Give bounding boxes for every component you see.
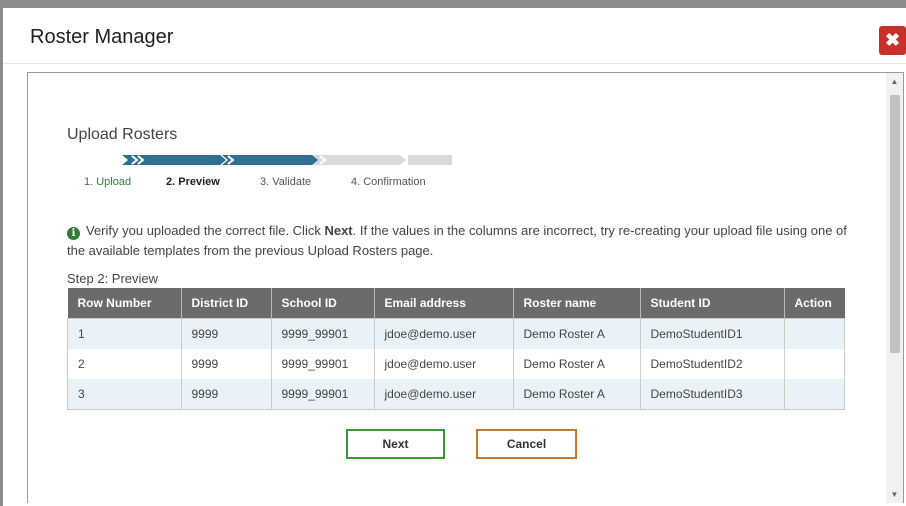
table-row: 2 9999 9999_99901 jdoe@demo.user Demo Ro… [67, 349, 845, 379]
progress-arrow-glyphs-2 [227, 155, 235, 165]
preview-table: Row Number District ID School ID Email a… [67, 288, 845, 410]
column-header-school-id: School ID [271, 288, 375, 319]
info-text-bold: Next [324, 223, 353, 238]
cell-action [784, 349, 845, 379]
progress-arrow-glyphs [131, 155, 145, 165]
scrollbar-thumb[interactable] [890, 95, 900, 353]
cell-student-id: DemoStudentID2 [640, 349, 785, 379]
vertical-scrollbar[interactable]: ▲ ▼ [886, 73, 903, 503]
cell-roster-name: Demo Roster A [513, 349, 641, 379]
cell-student-id: DemoStudentID3 [640, 379, 785, 410]
cell-district-id: 9999 [181, 379, 272, 410]
step-label-validate: 3. Validate [260, 176, 312, 188]
cell-district-id: 9999 [181, 318, 272, 349]
close-button[interactable]: ✖ [879, 26, 906, 55]
cell-row-number: 2 [67, 349, 182, 379]
cell-school-id: 9999_99901 [271, 318, 375, 349]
cell-action [784, 379, 845, 410]
scroll-up-arrow-icon[interactable]: ▲ [886, 73, 903, 90]
progress-step-confirmation [408, 155, 452, 165]
section-title: Upload Rosters [67, 126, 178, 143]
info-icon: i [67, 227, 80, 240]
cell-action [784, 318, 845, 349]
close-icon: ✖ [884, 30, 901, 50]
cell-roster-name: Demo Roster A [513, 379, 641, 410]
step-heading: Step 2: Preview [67, 271, 159, 286]
column-header-email-address: Email address [374, 288, 514, 319]
table-row: 1 9999 9999_99901 jdoe@demo.user Demo Ro… [67, 318, 845, 349]
step-label-preview: 2. Preview [166, 176, 220, 188]
step-label-upload: 1. Upload [84, 176, 132, 188]
window-top-border [0, 0, 906, 8]
cell-email-address: jdoe@demo.user [374, 349, 514, 379]
cancel-button[interactable]: Cancel [476, 429, 577, 459]
cell-row-number: 1 [67, 318, 182, 349]
table-row: 3 9999 9999_99901 jdoe@demo.user Demo Ro… [67, 379, 845, 410]
dialog-title: Roster Manager [30, 26, 174, 48]
column-header-action: Action [784, 288, 845, 319]
roster-manager-dialog: Roster Manager ✖ Upload Rosters 1. Uploa… [3, 8, 906, 506]
cell-roster-name: Demo Roster A [513, 318, 641, 349]
cell-row-number: 3 [67, 379, 182, 410]
info-text-before: Verify you uploaded the correct file. Cl… [86, 223, 325, 238]
step-label-confirmation: 4. Confirmation [351, 176, 426, 188]
cell-school-id: 9999_99901 [271, 379, 375, 410]
next-button[interactable]: Next [346, 429, 445, 459]
cell-email-address: jdoe@demo.user [374, 318, 514, 349]
column-header-district-id: District ID [181, 288, 272, 319]
column-header-row-number: Row Number [67, 288, 182, 319]
cell-district-id: 9999 [181, 349, 272, 379]
content-panel: Upload Rosters 1. Upload 2. Preview 3. V… [27, 72, 904, 503]
dialog-header: Roster Manager ✖ [3, 8, 906, 64]
cell-student-id: DemoStudentID1 [640, 318, 785, 349]
info-message: i Verify you uploaded the correct file. C… [67, 221, 857, 261]
table-header-row: Row Number District ID School ID Email a… [67, 288, 845, 319]
cell-email-address: jdoe@demo.user [374, 379, 514, 410]
cell-school-id: 9999_99901 [271, 349, 375, 379]
column-header-student-id: Student ID [640, 288, 785, 319]
column-header-roster-name: Roster name [513, 288, 641, 319]
scroll-down-arrow-icon[interactable]: ▼ [886, 486, 903, 503]
progress-arrow-glyphs-3 [319, 155, 327, 165]
